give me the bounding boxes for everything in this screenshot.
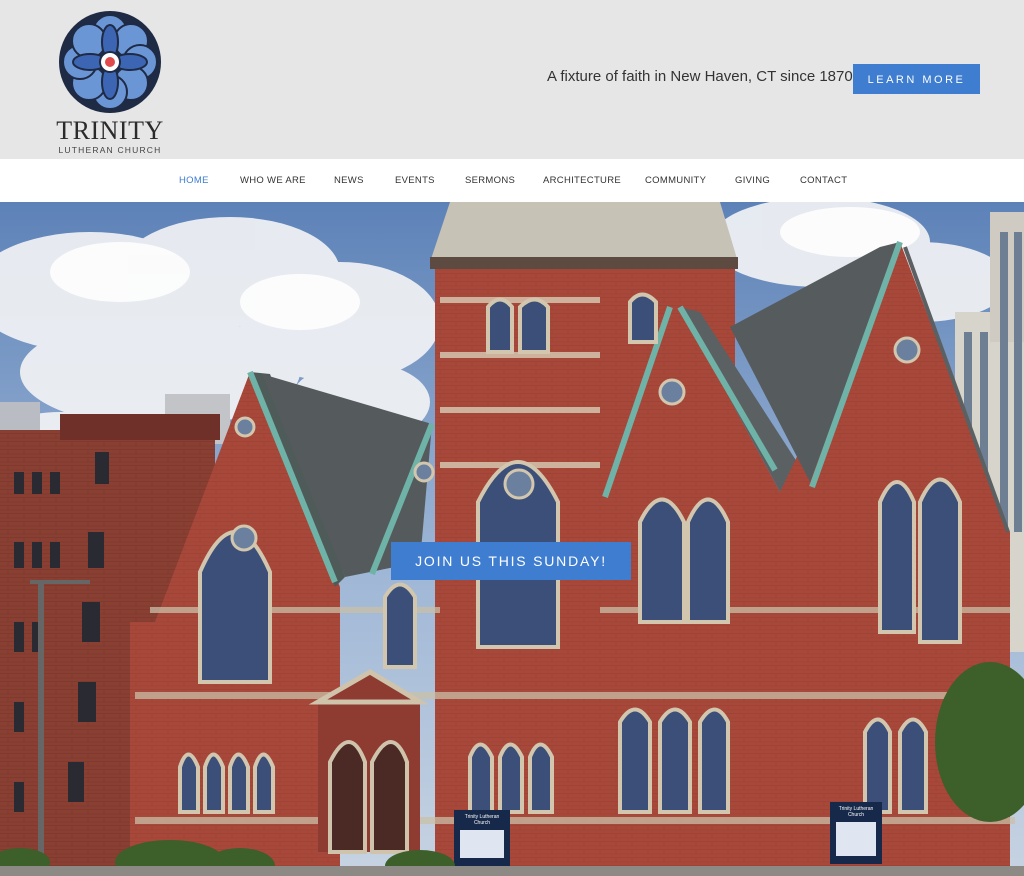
trinity-logo[interactable]: Trinity Lutheran Church [56,8,166,155]
nav-item-giving[interactable]: GIVING [735,175,770,186]
nav-item-who-we-are[interactable]: WHO WE ARE [240,175,306,186]
nav-item-home[interactable]: HOME [179,175,209,186]
logo-subtitle: Lutheran Church [58,145,162,155]
church-sign-label: Trinity Lutheran Church [464,814,500,826]
nav-item-events[interactable]: EVENTS [395,175,435,186]
nav-item-news[interactable]: NEWS [334,175,364,186]
nav-item-community[interactable]: COMMUNITY [645,175,706,186]
hero-banner: Trinity Lutheran Church Trinity Lutheran… [0,202,1024,876]
nav-item-architecture[interactable]: ARCHITECTURE [543,175,621,186]
site-header: Trinity Lutheran Church A fixture of fai… [0,0,1024,159]
logo-wordmark: Trinity [56,116,164,145]
nav-item-sermons[interactable]: SERMONS [465,175,515,186]
header-tagline: A fixture of faith in New Haven, CT sinc… [547,68,853,85]
church-photo [0,202,1024,876]
church-sign-label-right: Trinity Lutheran Church [838,806,874,818]
rose-window-logo-icon [59,11,161,113]
nav-item-contact[interactable]: CONTACT [800,175,847,186]
join-us-sunday-button[interactable]: JOIN US THIS SUNDAY! [391,542,631,580]
learn-more-button[interactable]: LEARN MORE [853,64,980,94]
main-nav: HOME WHO WE ARE NEWS EVENTS SERMONS ARCH… [0,159,1024,202]
